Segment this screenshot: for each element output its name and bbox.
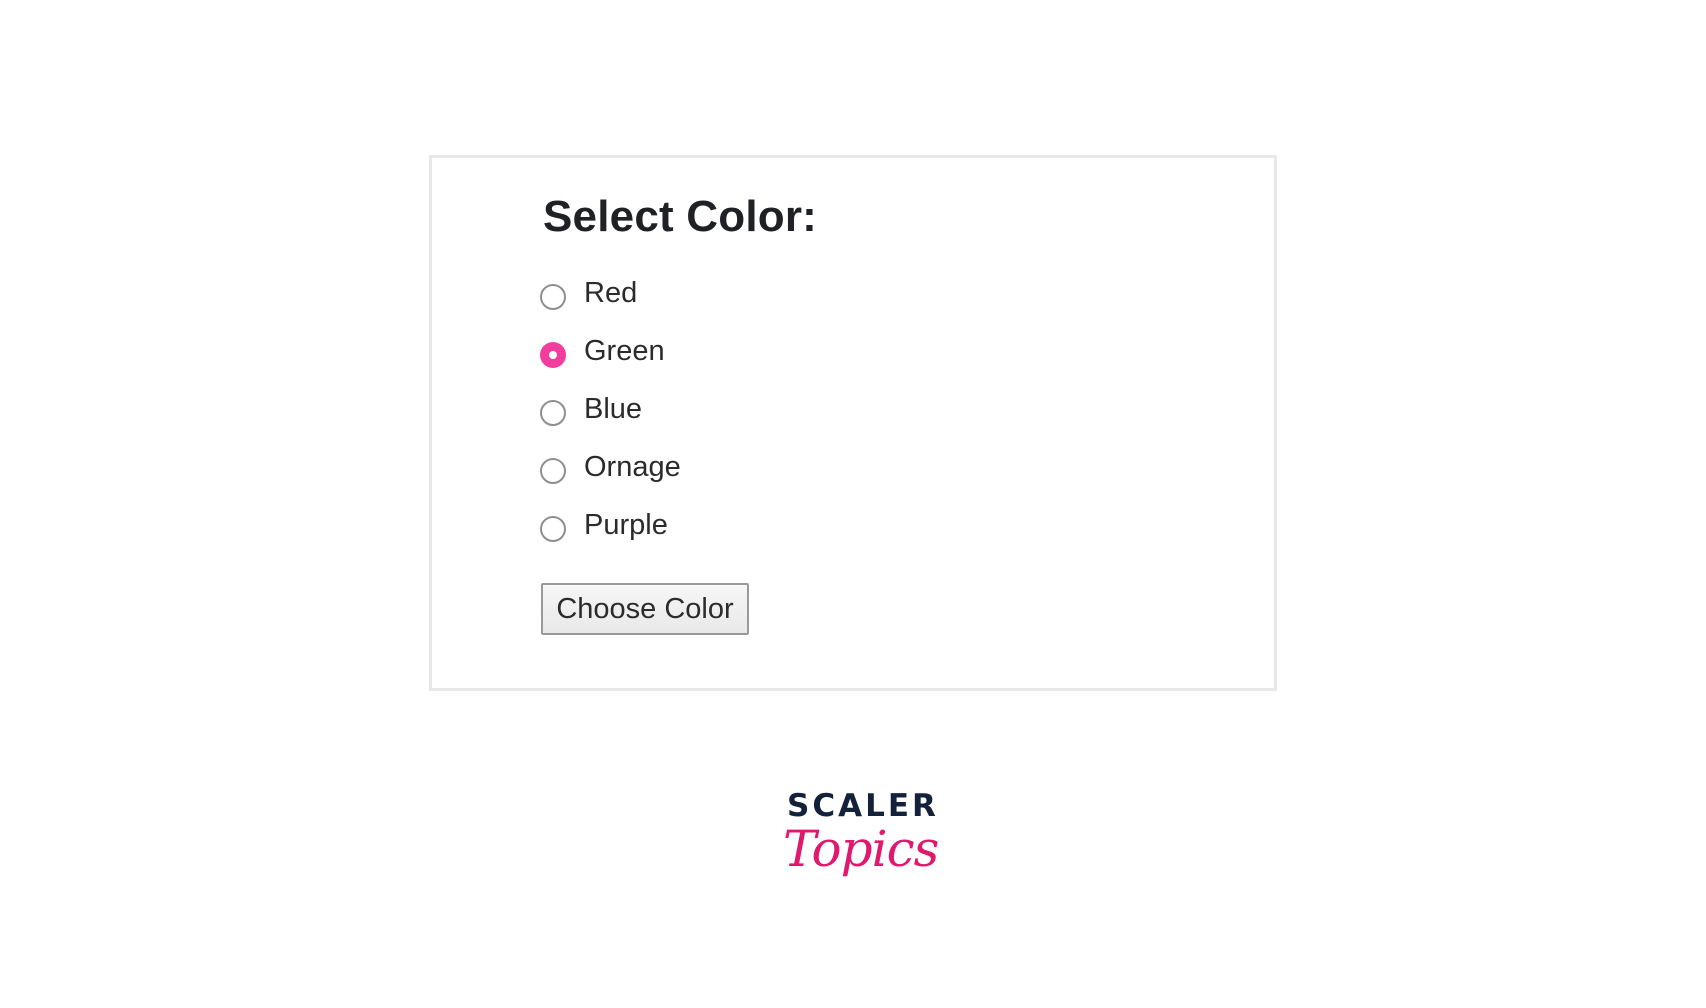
form-heading: Select Color: bbox=[543, 192, 817, 241]
radio-label: Purple bbox=[584, 509, 668, 541]
radio-button[interactable] bbox=[540, 458, 566, 484]
scaler-topics-logo: SCALER Topics bbox=[775, 788, 939, 908]
form-card: Select Color: Red Green Blue Ornage Purp… bbox=[429, 155, 1277, 691]
radio-option-blue[interactable]: Blue bbox=[540, 389, 681, 447]
radio-button[interactable] bbox=[540, 516, 566, 542]
radio-button-selected[interactable] bbox=[540, 342, 566, 368]
radio-option-green[interactable]: Green bbox=[540, 331, 681, 389]
logo-wordmark-topics: Topics bbox=[783, 820, 939, 878]
radio-option-purple[interactable]: Purple bbox=[540, 505, 681, 563]
color-radio-group: Red Green Blue Ornage Purple bbox=[540, 273, 681, 563]
radio-button[interactable] bbox=[540, 400, 566, 426]
logo-wordmark-scaler: SCALER bbox=[787, 788, 939, 824]
radio-label: Green bbox=[584, 335, 665, 367]
radio-button[interactable] bbox=[540, 284, 566, 310]
radio-label: Ornage bbox=[584, 451, 681, 483]
choose-color-button[interactable]: Choose Color bbox=[541, 583, 749, 635]
radio-label: Blue bbox=[584, 393, 643, 425]
radio-option-orange[interactable]: Ornage bbox=[540, 447, 681, 505]
radio-label: Red bbox=[584, 277, 638, 309]
radio-option-red[interactable]: Red bbox=[540, 273, 681, 331]
